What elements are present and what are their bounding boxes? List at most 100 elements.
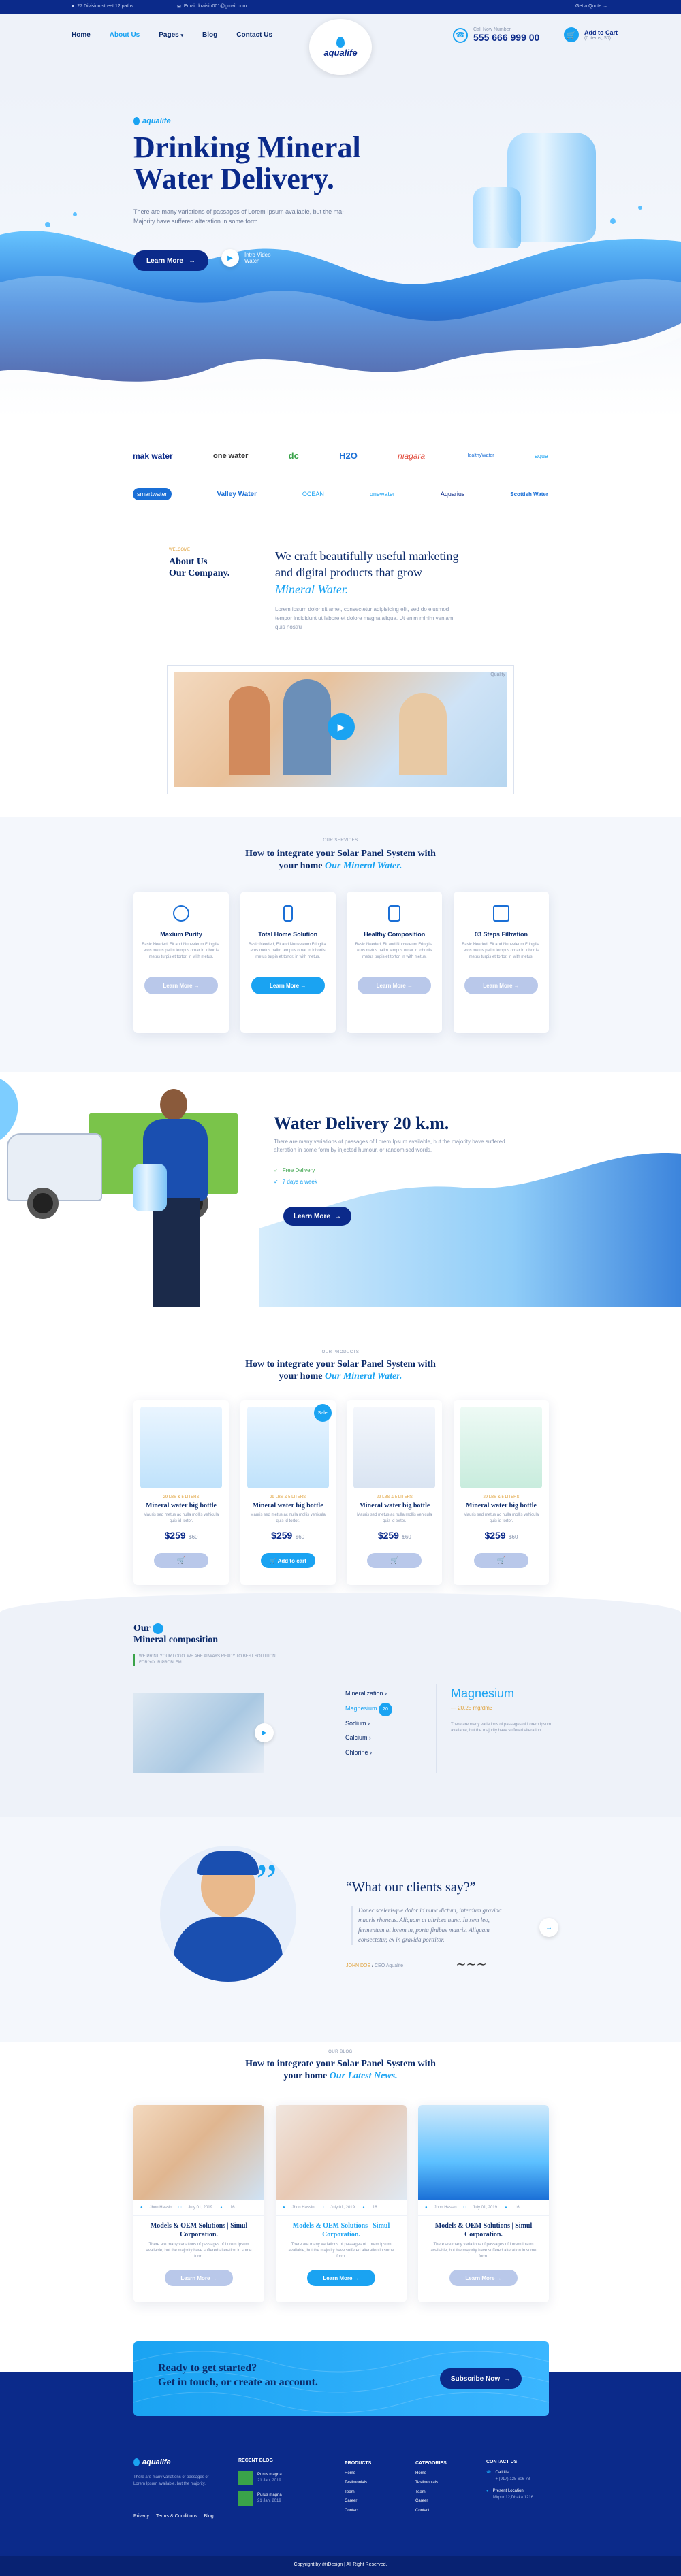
footer-link[interactable]: Privacy — [133, 2514, 149, 2519]
logo-badge[interactable]: aqualife — [309, 19, 372, 75]
composition-item[interactable]: Sodium › — [345, 1716, 392, 1731]
cart-icon[interactable]: 🛒 — [367, 1553, 422, 1568]
product-name: Mineral water big bottle — [465, 1502, 537, 1510]
product-image — [353, 1407, 436, 1488]
learn-more-button[interactable]: Learn More → — [358, 977, 432, 994]
blog-meta: ● Jhon Hassin □ July 01, 2019 ▲ 16 — [133, 2200, 264, 2216]
top-quote-link[interactable]: Get a Quote → — [575, 4, 607, 9]
composition-detail-title: Magnesium — [451, 1686, 515, 1700]
brand-logo: onewater — [369, 491, 395, 498]
hero-learn-more-button[interactable]: Learn More → — [133, 250, 208, 271]
check-icon: ✓ — [274, 1179, 279, 1185]
blog-eyebrow: OUR BLOG — [328, 2050, 353, 2054]
blog-post-title[interactable]: Models & OEM Solutions | Simul Corporati… — [418, 2216, 549, 2242]
cart-sub: (0 items, $0) — [584, 35, 611, 41]
product-tag: 29 LBS & 5 LITERS — [163, 1495, 200, 1499]
composition-item[interactable]: Calcium › — [345, 1731, 392, 1746]
footer-link[interactable]: Contact — [415, 2507, 447, 2516]
product-price: $259 $60 — [164, 1530, 198, 1541]
phone-icon: ☎ — [453, 27, 468, 43]
composition-item[interactable]: Mineralization › — [345, 1686, 392, 1701]
footer-link[interactable]: Blog — [204, 2514, 214, 2519]
footer-link[interactable]: Home — [345, 2469, 371, 2479]
location-icon: ● — [72, 4, 75, 9]
water-drop-icon — [133, 2458, 140, 2466]
delivery-title: Water Delivery 20 k.m. — [274, 1113, 449, 1133]
composition-divider — [436, 1684, 437, 1773]
learn-more-button[interactable]: Learn More → — [464, 977, 538, 994]
cart-block[interactable]: 🛒 Add to Cart (0 items, $0) — [564, 27, 618, 42]
delivery-text: There are many variations of passages of… — [274, 1139, 505, 1153]
delivery-check-2: ✓ 7 days a week — [274, 1179, 317, 1185]
footer-link[interactable]: Team — [345, 2488, 371, 2498]
footer-link[interactable]: Contact — [345, 2507, 371, 2516]
hero-video-button[interactable]: ▶ Intro Video Watch — [221, 249, 271, 267]
footer-link[interactable]: Career — [415, 2497, 447, 2507]
nav-blog[interactable]: Blog — [202, 31, 217, 39]
footer-links: Privacy Terms & Conditions Blog — [133, 2514, 214, 2519]
subscribe-button[interactable]: Subscribe Now → — [440, 2368, 522, 2389]
about-text: Lorem ipsum dolor sit amet, consectetur … — [275, 606, 455, 630]
nav-home[interactable]: Home — [72, 31, 91, 39]
comment-icon: ▲ — [361, 2206, 366, 2210]
hero-title-line1: Drinking Mineral — [133, 131, 361, 164]
footer-contact: CONTACT US ☎ Call Us + (917) 125 606 78 ●… — [486, 2458, 541, 2502]
product-price: $259 $60 — [271, 1530, 305, 1541]
nav-pages[interactable]: Pages ▾ — [159, 31, 183, 39]
nav-about[interactable]: About Us — [110, 31, 140, 39]
footer-link[interactable]: Testimonials — [415, 2479, 447, 2488]
brand-logo: H2O — [339, 451, 358, 461]
nav-contact[interactable]: Contact Us — [236, 31, 272, 39]
services-title: How to integrate your Solar Panel System… — [245, 849, 436, 871]
water-drop-icon — [173, 905, 189, 922]
play-icon[interactable]: ▶ — [255, 1723, 274, 1742]
product-tag: 29 LBS & 5 LITERS — [270, 1495, 306, 1499]
footer-about: There are many variations of passages of… — [133, 2475, 209, 2486]
blog-learn-more-button[interactable]: Learn More → — [449, 2270, 518, 2286]
about-video[interactable]: ▶ Quality — [167, 665, 514, 794]
man-bottle — [133, 1164, 167, 1211]
chevron-down-icon: ▾ — [180, 33, 184, 38]
hero — [0, 78, 681, 419]
blog-post-text: There are many variations of passages of… — [430, 2243, 537, 2259]
blog-learn-more-button[interactable]: Learn More → — [307, 2270, 375, 2286]
learn-more-button[interactable]: Learn More → — [251, 977, 325, 994]
hero-title-line2: Water Delivery. — [133, 162, 334, 196]
delivery-learn-more-button[interactable]: Learn More → — [283, 1207, 351, 1226]
brand-logo: Valley Water — [217, 490, 257, 498]
play-icon[interactable]: ▶ — [328, 713, 355, 740]
cart-icon[interactable]: 🛒 — [154, 1553, 208, 1568]
add-to-cart-button[interactable]: 🛒 Add to cart — [260, 1553, 315, 1568]
footer-recent-2[interactable]: Purus magna 21 Jan, 2019 — [238, 2491, 282, 2506]
brand-logo: Scottish Water — [510, 491, 548, 498]
about-eyebrow: WELCOME — [169, 548, 191, 552]
footer-link[interactable]: Testimonials — [345, 2479, 371, 2488]
footer-link[interactable]: Team — [415, 2488, 447, 2498]
footer-link[interactable]: Home — [415, 2469, 447, 2479]
phone-block[interactable]: ☎ Call Now Number 555 666 999 00 — [453, 27, 539, 43]
composition-image: ▶ — [133, 1693, 274, 1773]
footer-link[interactable]: Career — [345, 2497, 371, 2507]
brands-row-2: smartwater Valley Water OCEAN onewater A… — [133, 488, 548, 500]
footer-recent-1[interactable]: Purus magna 21 Jan, 2019 — [238, 2471, 282, 2485]
service-text: Basic Needed, Fit and Nunveleum Fringill… — [248, 943, 328, 959]
footer-products: PRODUCTS Home Testimonials Team Career C… — [345, 2458, 371, 2516]
composition-item-active[interactable]: Magnesium 20 — [345, 1701, 393, 1716]
products-eyebrow: OUR PRODUCTS — [321, 1350, 360, 1354]
truck-cab — [7, 1133, 102, 1201]
blog-post-title[interactable]: Models & OEM Solutions | Simul Corporati… — [276, 2216, 407, 2242]
active-badge: 20 — [379, 1702, 393, 1716]
composition-title: Our Mineral composition — [133, 1623, 219, 1646]
footer-link[interactable]: Terms & Conditions — [156, 2514, 197, 2519]
testimonial-next-button[interactable]: → — [539, 1918, 558, 1937]
composition-item[interactable]: Chlorine › — [345, 1746, 392, 1761]
top-address: ● 27 Division street 12 paths — [72, 4, 133, 9]
blog-image — [276, 2105, 407, 2200]
blog-post-title[interactable]: Models & OEM Solutions | Simul Corporati… — [133, 2216, 264, 2242]
product-price: $259 $60 — [377, 1530, 411, 1541]
cart-icon[interactable]: 🛒 — [473, 1553, 528, 1568]
arrow-right-icon: → — [504, 2375, 511, 2383]
learn-more-button[interactable]: Learn More → — [144, 977, 218, 994]
about-title: About Us Our Company. — [169, 557, 230, 578]
blog-learn-more-button[interactable]: Learn More → — [165, 2270, 233, 2286]
